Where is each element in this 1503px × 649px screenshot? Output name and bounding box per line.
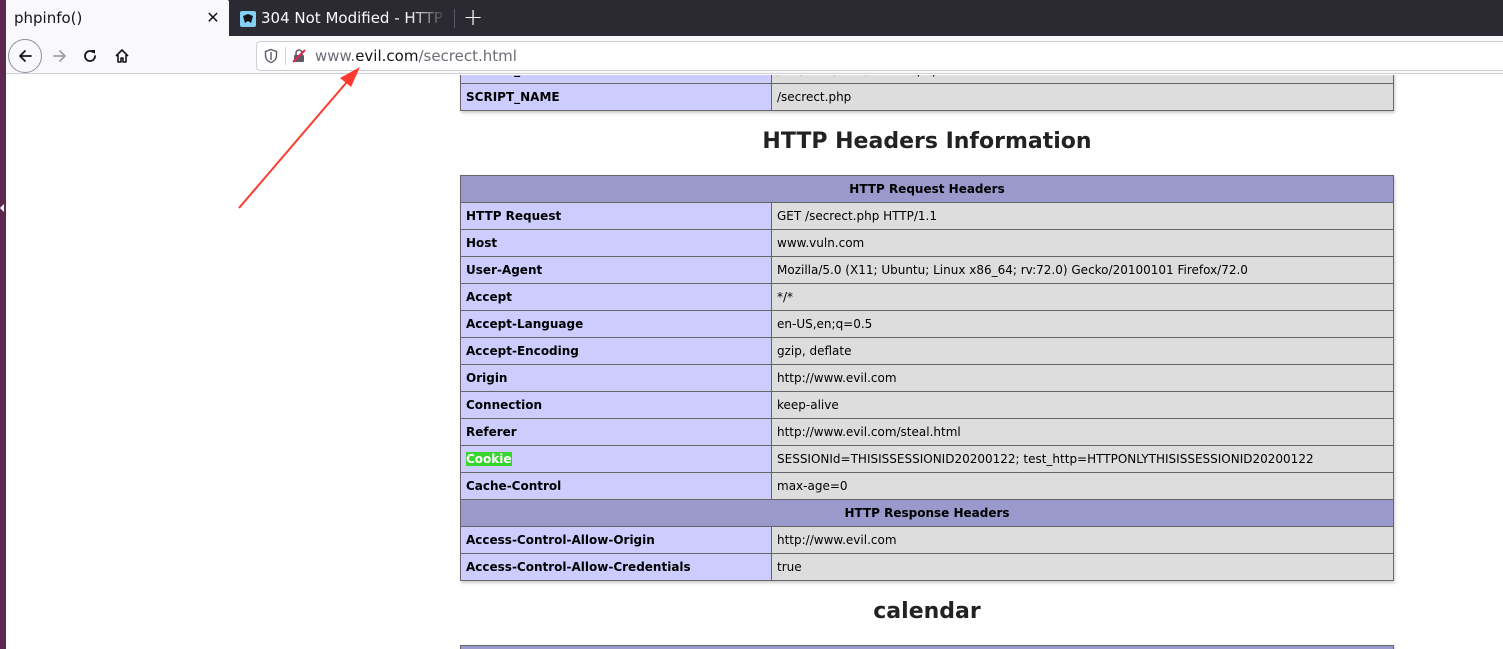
close-icon[interactable]: ✕ — [204, 9, 222, 27]
http-headers-table: HTTP Request Headers HTTP Request GET /se… — [460, 175, 1394, 581]
table-row: Origin http://www.evil.com — [460, 364, 1394, 392]
row-key: Access-Control-Allow-Credentials — [460, 553, 772, 581]
tab-mdn[interactable]: 304 Not Modified - HTTP | MDN — [232, 0, 454, 36]
tracking-shield-icon[interactable] — [263, 48, 279, 64]
plus-icon[interactable]: + — [460, 5, 486, 31]
response-headers-heading: HTTP Response Headers — [460, 499, 1394, 527]
row-key: Connection — [460, 391, 772, 419]
row-key: User-Agent — [460, 256, 772, 284]
back-arrow-icon — [19, 50, 32, 62]
table-row: Connection keep-alive — [460, 391, 1394, 419]
row-key: Accept-Encoding — [460, 337, 772, 365]
row-value: GET /secrect.php HTTP/1.1 — [771, 202, 1394, 230]
row-value: true — [771, 553, 1394, 581]
row-key: Accept-Language — [460, 310, 772, 338]
row-key: SCRIPT_NAME — [460, 83, 772, 111]
tab-title: 304 Not Modified - HTTP | MDN — [261, 9, 447, 27]
launcher-indicator — [0, 204, 4, 212]
row-value: /secrect.php — [771, 83, 1394, 111]
table-header-row — [460, 645, 1394, 649]
table-row: Cache-Control max-age=0 — [460, 472, 1394, 500]
row-value: Mozilla/5.0 (X11; Ubuntu; Linux x86_64; … — [771, 256, 1394, 284]
table-row: Host www.vuln.com — [460, 229, 1394, 257]
table-row: Access-Control-Allow-Origin http://www.ev… — [460, 526, 1394, 554]
table-row: SCRIPT_NAME /secrect.php — [460, 83, 1394, 111]
url-host: evil.com — [355, 47, 419, 65]
url-bar[interactable]: www.evil.com/secrect.html — [256, 41, 1503, 71]
tab-phpinfo[interactable]: phpinfo() ✕ — [6, 0, 229, 38]
navigation-toolbar: www.evil.com/secrect.html — [6, 36, 1503, 74]
table-row: Accept-Language en-US,en;q=0.5 — [460, 310, 1394, 338]
row-key: SCRIPT_FILENAME — [460, 75, 772, 84]
row-key: Accept — [460, 283, 772, 311]
row-value: http://www.evil.com — [771, 526, 1394, 554]
row-key: Host — [460, 229, 772, 257]
tab-title: phpinfo() — [14, 9, 83, 27]
home-button[interactable] — [106, 40, 138, 72]
row-key: Access-Control-Allow-Origin — [460, 526, 772, 554]
row-value: www.vuln.com — [771, 229, 1394, 257]
row-value: keep-alive — [771, 391, 1394, 419]
table-row: Accept */* — [460, 283, 1394, 311]
request-headers-heading: HTTP Request Headers — [460, 175, 1394, 203]
table-row: User-Agent Mozilla/5.0 (X11; Ubuntu; Linu… — [460, 256, 1394, 284]
table-row: Accept-Encoding gzip, deflate — [460, 337, 1394, 365]
section-title: calendar — [873, 599, 981, 624]
row-value: http://www.evil.com — [771, 364, 1394, 392]
table-header-row: HTTP Response Headers — [460, 499, 1394, 527]
forward-button[interactable] — [44, 40, 76, 72]
table-row: Referer http://www.evil.com/steal.html — [460, 418, 1394, 446]
highlighted-cookie-key: Cookie — [466, 452, 512, 466]
page-content: SCRIPT_FILENAME /var/www/html/secrect.ph… — [6, 75, 1503, 649]
url-text[interactable]: www.evil.com/secrect.html — [315, 47, 517, 65]
row-value: SESSIONId=THISISSESSIONID20200122; test_… — [771, 445, 1394, 473]
calendar-table — [460, 645, 1394, 649]
row-value: max-age=0 — [771, 472, 1394, 500]
url-prefix: www. — [315, 47, 356, 65]
table-row: HTTP Request GET /secrect.php HTTP/1.1 — [460, 202, 1394, 230]
forward-arrow-icon — [53, 50, 66, 62]
row-value: */* — [771, 283, 1394, 311]
back-button[interactable] — [8, 39, 42, 73]
row-key-cookie: Cookie — [460, 445, 772, 473]
tab-separator — [454, 9, 455, 28]
row-value: http://www.evil.com/steal.html — [771, 418, 1394, 446]
table-row: Access-Control-Allow-Credentials true — [460, 553, 1394, 581]
row-key: Cache-Control — [460, 472, 772, 500]
section-title: HTTP Headers Information — [762, 129, 1092, 154]
table-row: Cookie SESSIONId=THISISSESSIONID20200122;… — [460, 445, 1394, 473]
mdn-favicon-icon — [240, 11, 256, 27]
url-path: /secrect.html — [418, 47, 517, 65]
insecure-lock-icon[interactable] — [291, 48, 307, 64]
row-value: en-US,en;q=0.5 — [771, 310, 1394, 338]
row-key: Referer — [460, 418, 772, 446]
calendar-heading-cell — [460, 645, 1394, 649]
row-value: gzip, deflate — [771, 337, 1394, 365]
tab-bar: phpinfo() ✕ 304 Not Modified - HTTP | MD… — [6, 0, 1503, 38]
row-key: Origin — [460, 364, 772, 392]
table-row: SCRIPT_FILENAME /var/www/html/secrect.ph… — [460, 75, 1394, 84]
row-value: /var/www/html/secrect.php — [771, 75, 1394, 84]
reload-icon — [84, 50, 96, 62]
table-header-row: HTTP Request Headers — [460, 175, 1394, 203]
url-divider — [285, 47, 286, 65]
environment-table: SCRIPT_FILENAME /var/www/html/secrect.ph… — [460, 75, 1394, 111]
reload-button[interactable] — [74, 40, 106, 72]
home-icon — [115, 49, 129, 63]
row-key: HTTP Request — [460, 202, 772, 230]
